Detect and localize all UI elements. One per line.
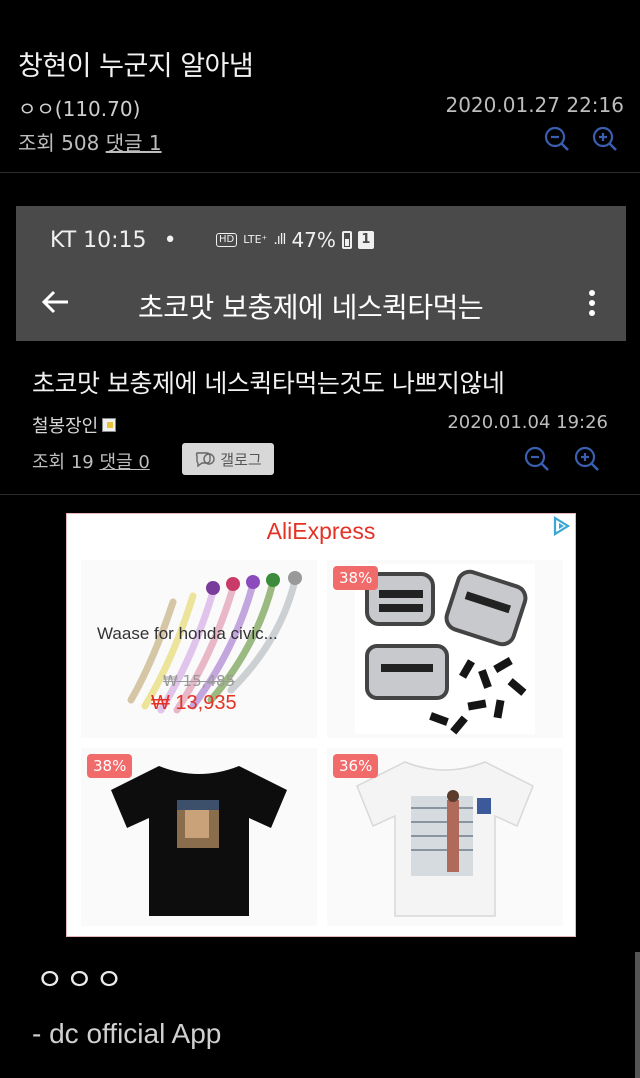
- battery-percent: 47%: [291, 228, 336, 252]
- ad-product-card[interactable]: 38%: [327, 560, 563, 738]
- ad-brand-logo: AliExpress: [266, 518, 376, 544]
- view-count: 조회 508: [18, 131, 100, 155]
- footer-signature: - dc official App: [32, 1018, 222, 1049]
- hd-icon: HD: [216, 233, 238, 247]
- discount-badge: 38%: [87, 754, 133, 778]
- post-author[interactable]: ㅇㅇ(110.70): [18, 93, 140, 122]
- header-divider: [0, 172, 640, 173]
- post-title: 창현이 누군지 알아냄: [18, 51, 254, 82]
- status-icons: HD LTE⁺ .ıll 47% 1: [216, 228, 374, 252]
- sim-icon: 1: [357, 231, 374, 249]
- embedded-toolbar-title: 초코맛 보충제에 네스퀵타먹는: [138, 291, 484, 324]
- ad-choices-icon[interactable]: [551, 516, 571, 536]
- product-price: ₩ 13,935: [151, 692, 237, 714]
- back-arrow-icon: [41, 290, 68, 314]
- embedded-author: 철봉장인: [32, 412, 117, 438]
- comment-count-link[interactable]: 댓글 1: [106, 131, 162, 155]
- battery-icon: [341, 231, 352, 249]
- post-stats: 조회 508 댓글 1: [18, 127, 162, 156]
- post-date: 2020.01.27 22:16: [445, 93, 624, 117]
- discount-badge: 38%: [333, 566, 379, 590]
- product-old-price: ₩ 15,485: [163, 672, 236, 690]
- embedded-zoom-in-icon: [574, 446, 599, 471]
- embedded-stats: 조회 19 댓글 0: [32, 452, 150, 473]
- scrollbar[interactable]: [635, 952, 640, 1078]
- chat-bubble-icon: [196, 452, 215, 468]
- ad-product-card[interactable]: 38%: [81, 748, 317, 926]
- more-vert-icon: [589, 290, 595, 316]
- discount-badge: 36%: [333, 754, 379, 778]
- signal-icon: .ıll: [273, 232, 286, 248]
- ad-product-card[interactable]: Waase for honda civic... ₩ 15,485 ₩ 13,9…: [81, 560, 317, 738]
- member-badge-icon: [102, 418, 117, 432]
- zoom-in-icon[interactable]: [590, 124, 620, 154]
- lte-icon: LTE⁺: [243, 233, 268, 246]
- aliexpress-ad[interactable]: AliExpress Waase for honda civic... ₩ 15…: [66, 513, 576, 937]
- ad-product-card[interactable]: 36%: [327, 748, 563, 926]
- product-name: Waase for honda civic...: [97, 624, 278, 643]
- embedded-screenshot-header: KT 10:15 • HD LTE⁺ .ıll 47% 1 초코맛 보충제에 네…: [16, 206, 626, 341]
- post-body-text: ㅇㅇㅇ: [36, 963, 125, 998]
- embedded-post-title: 초코맛 보충제에 네스퀵타먹는것도 나쁘지않네: [32, 369, 505, 398]
- status-carrier-time: KT 10:15 •: [50, 228, 177, 253]
- zoom-out-icon[interactable]: [542, 124, 572, 154]
- embedded-divider: [0, 494, 640, 495]
- embedded-date: 2020.01.04 19:26: [447, 412, 608, 433]
- gallog-button: 갤로그: [182, 443, 274, 475]
- embedded-zoom-out-icon: [524, 446, 549, 471]
